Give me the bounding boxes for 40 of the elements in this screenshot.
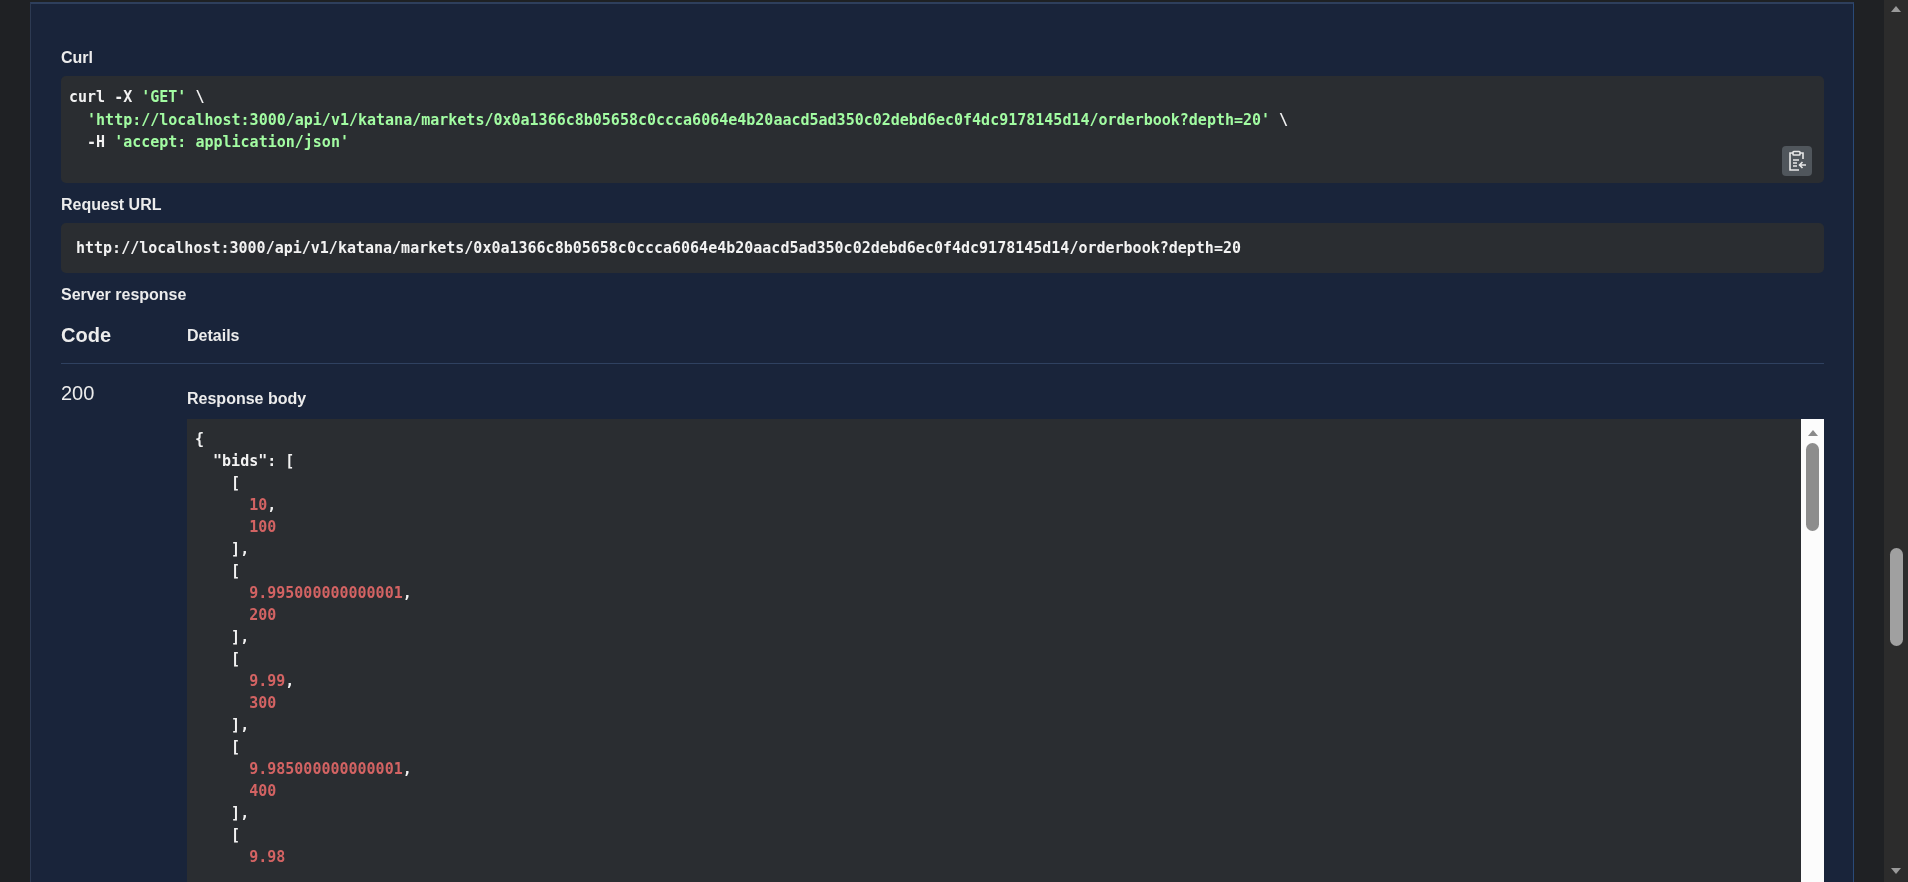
code-line: { bbox=[195, 429, 205, 450]
code-line: 9.995000000000001, bbox=[248, 583, 412, 604]
column-header: Code bbox=[61, 324, 112, 347]
section-label: Request URL bbox=[61, 196, 163, 214]
code-line: [ bbox=[230, 737, 241, 758]
scrollbar[interactable] bbox=[1801, 419, 1824, 882]
scroll-up-arrow-icon[interactable] bbox=[1890, 5, 1902, 13]
scroll-down-arrow-icon[interactable] bbox=[1890, 867, 1902, 875]
code-line: "bids": [ bbox=[212, 451, 295, 472]
request-url-field: http://localhost:3000/api/v1/katana/markets/0x0a1366c8b05658c0ccca6064e4b20aacd5ad350c02debd6ec0f4dc9178145d14/orderbook?depth=20 bbox=[61, 223, 1824, 273]
response-body-label: Response body bbox=[187, 390, 308, 408]
section-label: Server response bbox=[61, 286, 188, 304]
code-line: ], bbox=[230, 539, 250, 560]
code-line: 400 bbox=[248, 781, 277, 802]
scrollbar[interactable] bbox=[1884, 0, 1908, 882]
scroll-up-arrow-icon[interactable] bbox=[1806, 429, 1819, 437]
code-line: 300 bbox=[248, 693, 277, 714]
status-code: 200 bbox=[61, 382, 96, 406]
code-line: [ bbox=[230, 649, 241, 670]
column-header: Details bbox=[187, 326, 240, 345]
code-line: 10, bbox=[248, 495, 277, 516]
scrollbar-thumb[interactable] bbox=[1889, 548, 1903, 646]
code-line: 9.985000000000001, bbox=[248, 759, 412, 780]
code-line: -H 'accept: application/json' bbox=[86, 132, 349, 153]
copy-to-clipboard-button[interactable] bbox=[1782, 146, 1812, 176]
code-line: 'http://localhost:3000/api/v1/katana/markets/0x0a1366c8b05658c0ccca6064e4b20aacd5ad350c02debd6ec0f4dc9178145d14/orderbook?depth=20' \ bbox=[86, 109, 1289, 131]
clipboard-icon bbox=[1787, 150, 1807, 172]
section-label: Curl bbox=[61, 49, 94, 67]
code-line: 100 bbox=[248, 517, 277, 538]
code-line: 200 bbox=[248, 605, 277, 626]
code-line: 9.98 bbox=[248, 847, 286, 868]
code-line: ], bbox=[230, 715, 250, 736]
code-line: curl -X 'GET' \ bbox=[69, 87, 205, 108]
code-line: [ bbox=[230, 473, 241, 494]
code-line: ], bbox=[230, 803, 250, 824]
code-line: [ bbox=[230, 561, 241, 582]
code-line: [ bbox=[230, 825, 241, 846]
scrollbar-thumb[interactable] bbox=[1806, 443, 1819, 531]
code-line: 9.99, bbox=[248, 671, 295, 692]
code-line: ], bbox=[230, 627, 250, 648]
